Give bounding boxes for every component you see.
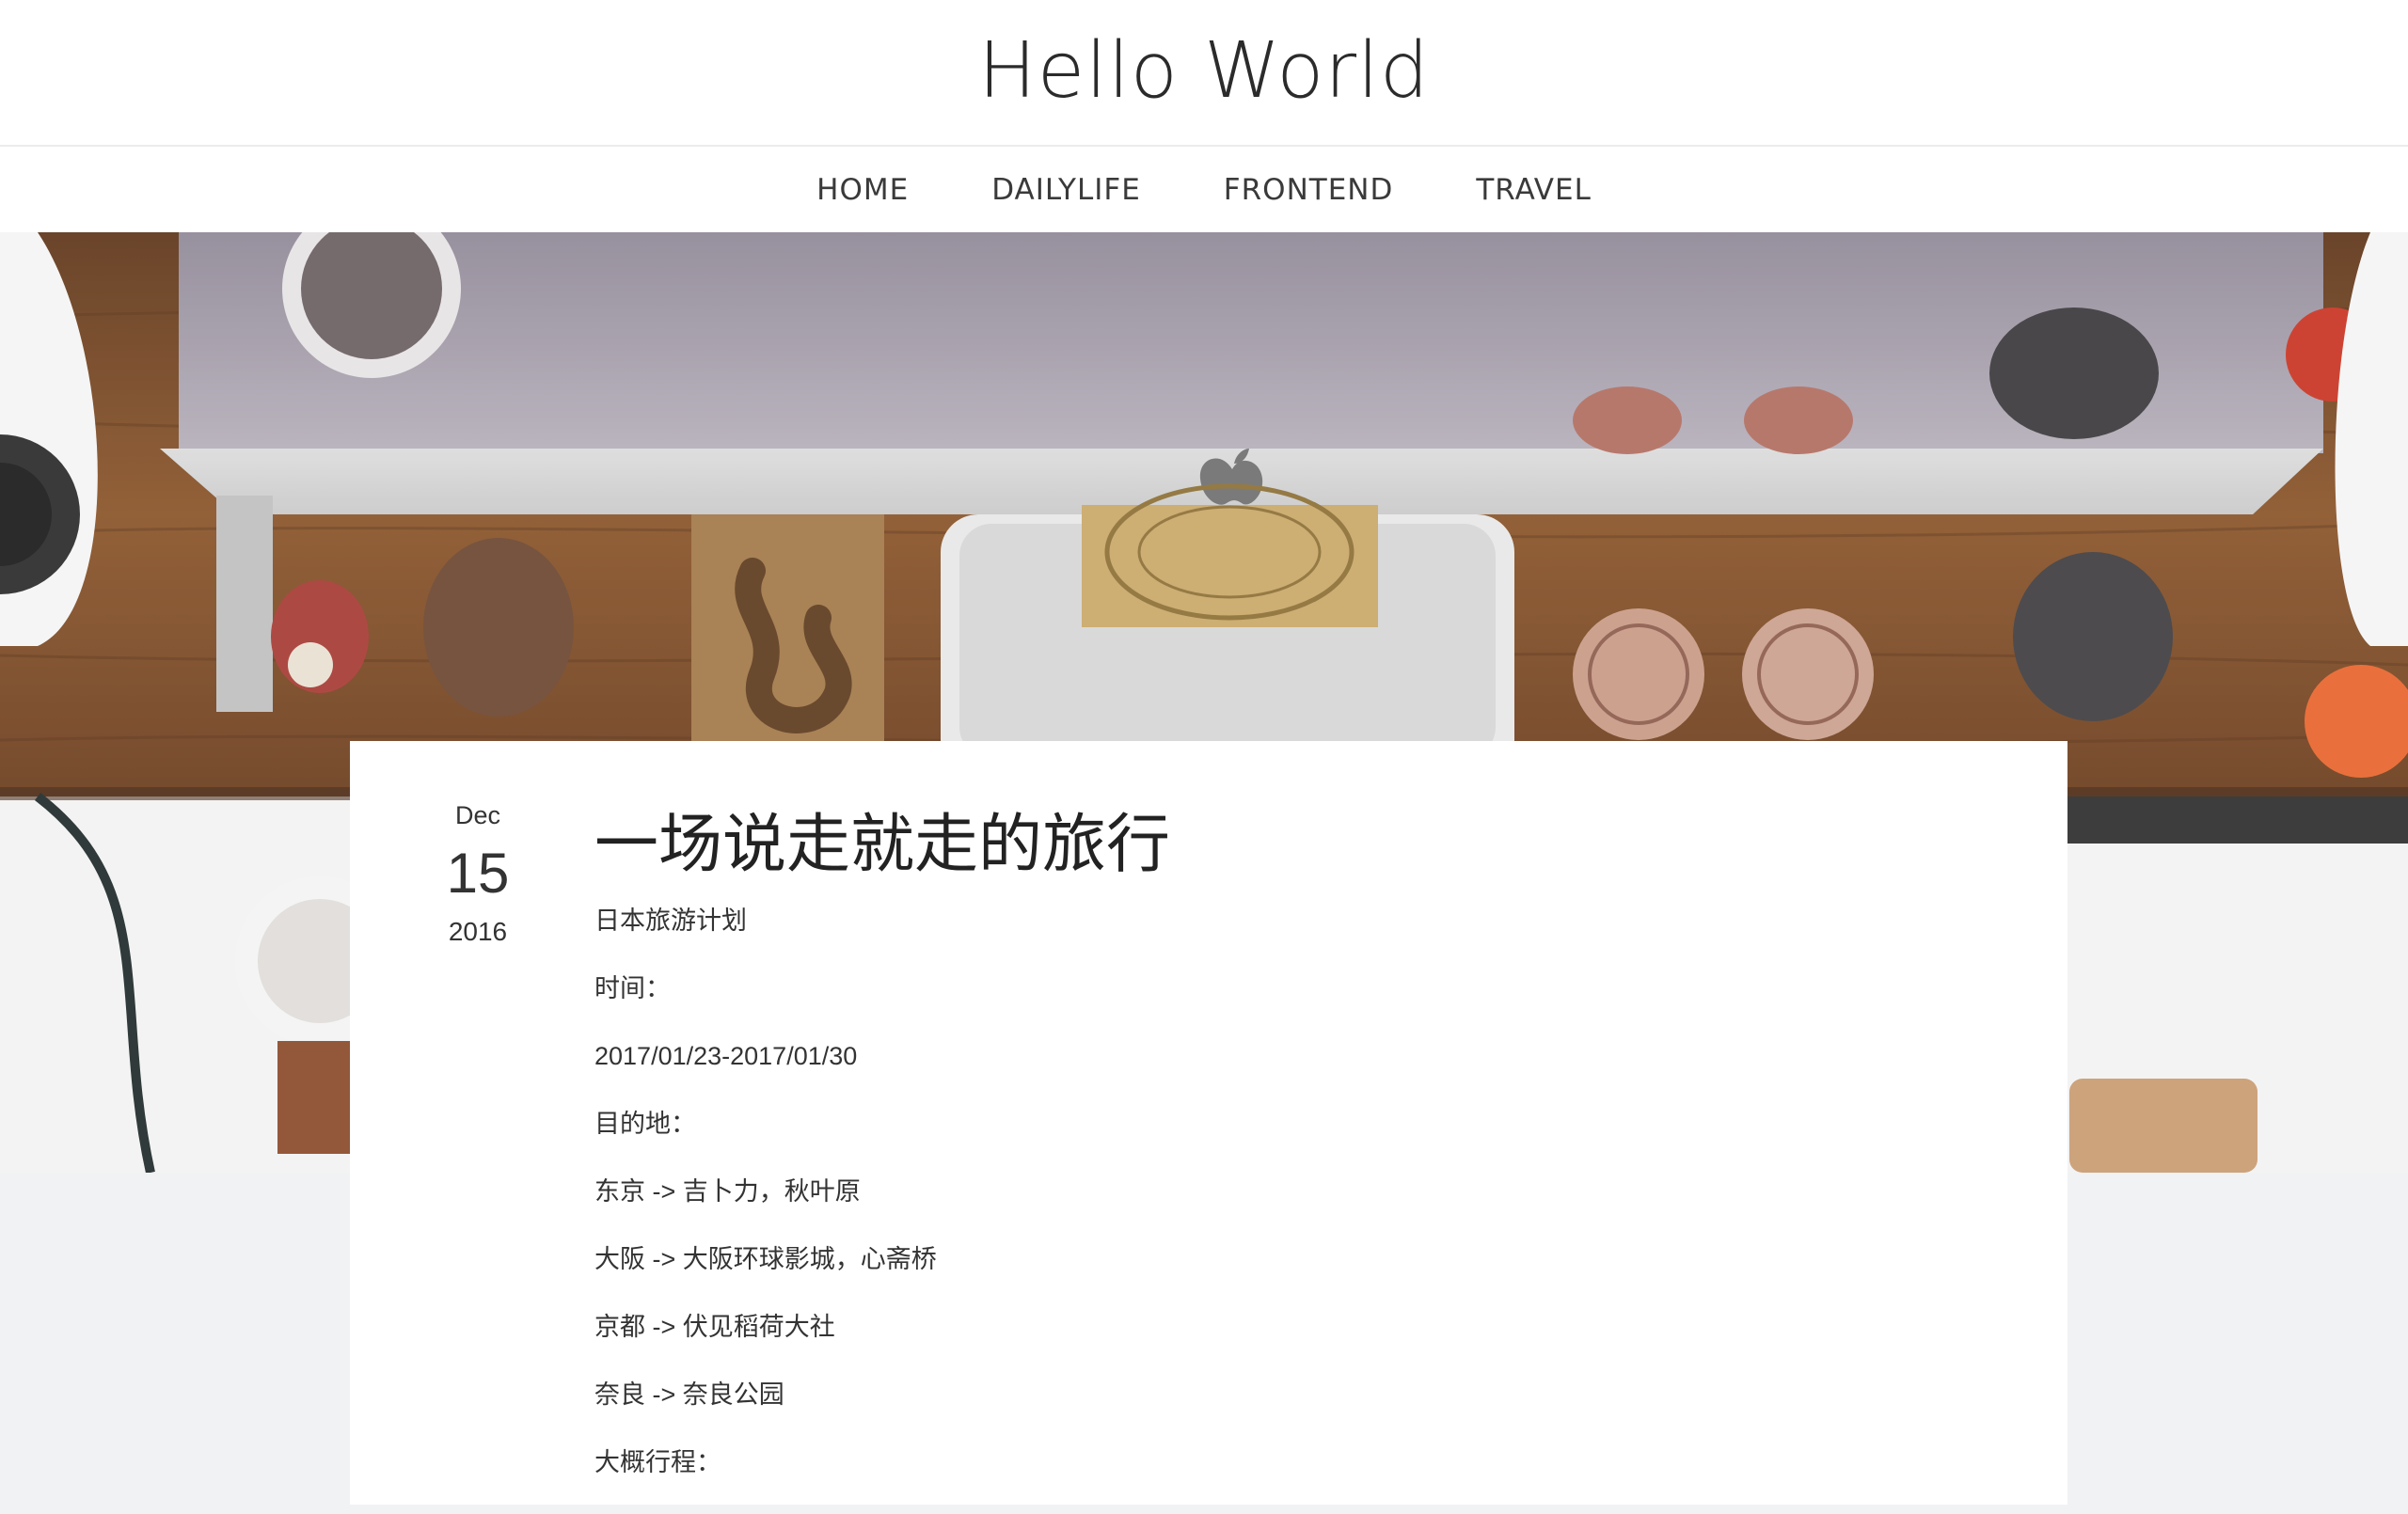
site-header: Hello World HOME DAILYLIFE FRONTEND TRAV… [0,0,2408,232]
post-date-day: 15 [446,842,510,905]
post-line: 2017/01/23-2017/01/30 [594,1042,858,1070]
post-date: Dec 15 2016 [425,799,531,948]
nav-item-dailylife[interactable]: DAILYLIFE [991,167,1141,213]
post-line: 大阪 -> 大阪环球影城，心斋桥 [594,1245,937,1273]
post-line: 京都 -> 伏见稻荷大社 [594,1313,835,1341]
post-date-month: Dec [454,801,500,829]
nav-item-home[interactable]: HOME [816,167,909,213]
post-card: Dec 15 2016 一场说走就走的旅行 日本旅游计划 时间： 2017/01… [350,741,2067,1505]
post-line: 日本旅游计划 [594,907,747,935]
post-body: 一场说走就走的旅行 日本旅游计划 时间： 2017/01/23-2017/01/… [594,807,1987,1514]
post-line: 大概行程： [594,1448,721,1476]
nav-item-travel[interactable]: TRAVEL [1476,167,1592,213]
post-line: 目的地： [594,1110,696,1138]
site-title[interactable]: Hello World [0,24,2408,118]
nav-item-frontend[interactable]: FRONTEND [1224,167,1394,213]
post-content: 日本旅游计划 时间： 2017/01/23-2017/01/30 目的地： 东京… [594,905,1987,1478]
post-line: 奈良 -> 奈良公园 [594,1380,784,1409]
post-line: 时间： [594,974,671,1002]
main-nav: HOME DAILYLIFE FRONTEND TRAVEL [0,147,2408,232]
post-line: 东京 -> 吉卜力，秋叶原 [594,1177,861,1206]
post-date-year: 2016 [448,917,508,946]
post-title[interactable]: 一场说走就走的旅行 [594,807,1987,884]
